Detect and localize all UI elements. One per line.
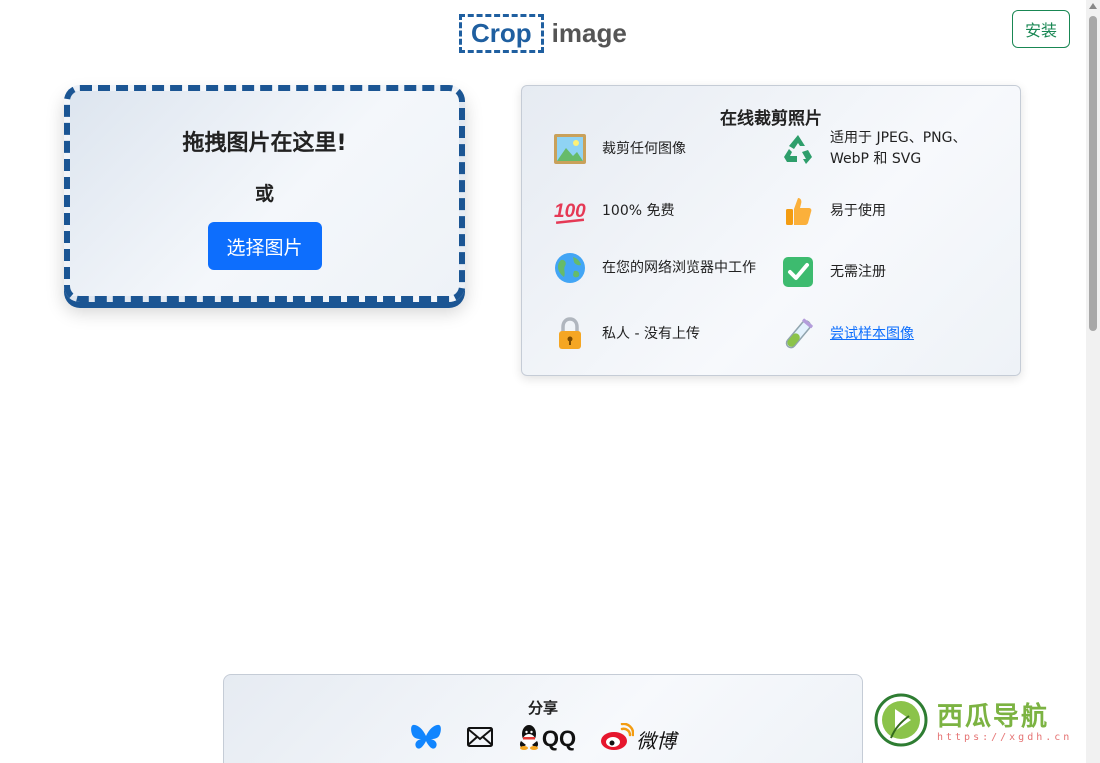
- scroll-up-arrow-icon[interactable]: [1089, 3, 1097, 9]
- select-image-button[interactable]: 选择图片: [207, 222, 322, 270]
- thumbs-up-icon: [780, 193, 816, 229]
- logo-crop-box: Crop: [459, 13, 544, 53]
- feature-text: 裁剪任何图像: [602, 140, 686, 157]
- picture-icon: [552, 131, 588, 167]
- feature-text: 易于使用: [830, 202, 886, 219]
- bluesky-share-button[interactable]: [410, 723, 442, 755]
- globe-icon: [552, 250, 588, 286]
- mail-icon: [466, 726, 494, 752]
- qq-label: QQ: [541, 726, 577, 751]
- watermark-url: https://xgdh.cn: [937, 731, 1073, 743]
- feature-text: 无需注册: [830, 263, 886, 280]
- features-card: 在线裁剪照片 裁剪任何图像 适用于 JPEG、PNG、WebP 和 SVG 10…: [521, 85, 1021, 376]
- site-logo[interactable]: Crop image: [459, 13, 627, 53]
- watermark-title: 西瓜导航: [937, 701, 1050, 732]
- watermelon-play-icon: [873, 692, 929, 752]
- test-tube-icon: [780, 316, 816, 352]
- feature-item: 100 100% 免费: [552, 193, 674, 229]
- feature-text: 适用于 JPEG、PNG、WebP 和 SVG: [830, 130, 967, 167]
- share-box: 分享 QQ 微博: [223, 674, 863, 763]
- email-share-button[interactable]: [466, 726, 494, 752]
- drop-zone-title: 拖拽图片在这里!: [182, 131, 347, 156]
- qq-icon: [518, 724, 540, 754]
- share-icons: QQ 微博: [224, 722, 862, 755]
- share-title: 分享: [527, 699, 558, 717]
- feature-text: 私人 - 没有上传: [602, 325, 700, 342]
- feature-item: 在您的网络浏览器中工作: [552, 250, 767, 286]
- feature-item: 易于使用: [780, 193, 886, 229]
- qq-share-button[interactable]: QQ: [518, 724, 576, 754]
- feature-text: 100% 免费: [602, 202, 675, 219]
- logo-word: image: [551, 17, 627, 48]
- weibo-share-button[interactable]: 微博: [600, 722, 677, 755]
- watermark: 西瓜导航 https://xgdh.cn: [873, 692, 1088, 752]
- drop-zone[interactable]: 拖拽图片在这里! 或 选择图片: [64, 85, 465, 302]
- bluesky-icon: [410, 723, 442, 755]
- feature-item: 私人 - 没有上传: [552, 316, 700, 352]
- recycle-icon: [780, 131, 816, 167]
- feature-item: 裁剪任何图像: [552, 131, 686, 167]
- lock-icon: [552, 316, 588, 352]
- feature-item: 无需注册: [780, 254, 886, 290]
- try-sample-image-link[interactable]: 尝试样本图像: [830, 324, 914, 345]
- drop-zone-or: 或: [254, 183, 274, 205]
- feature-item: 适用于 JPEG、PNG、WebP 和 SVG: [780, 128, 1000, 170]
- weibo-icon: [600, 722, 635, 755]
- scrollbar-thumb[interactable]: [1089, 16, 1097, 331]
- weibo-label: 微博: [636, 728, 677, 753]
- feature-item[interactable]: 尝试样本图像: [780, 316, 914, 352]
- check-mark-icon: [780, 254, 816, 290]
- feature-text: 在您的网络浏览器中工作: [602, 259, 756, 276]
- install-button[interactable]: 安装: [1012, 10, 1070, 48]
- hundred-icon: 100: [552, 193, 588, 229]
- page-scrollbar[interactable]: [1086, 0, 1100, 763]
- features-title: 在线裁剪照片: [720, 109, 822, 129]
